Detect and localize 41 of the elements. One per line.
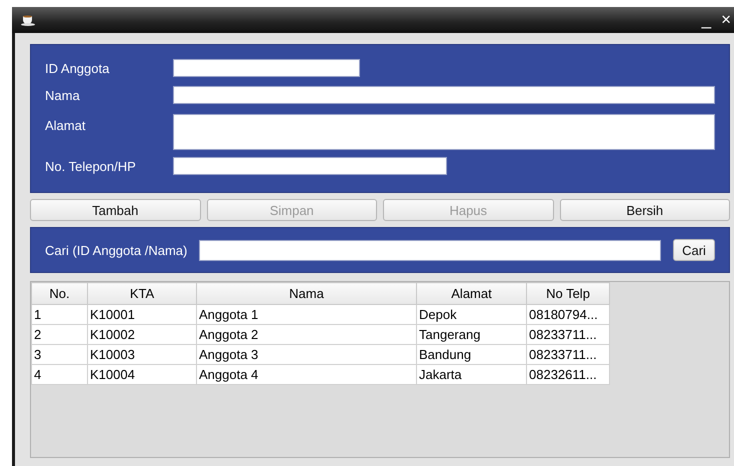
input-field[interactable] bbox=[173, 86, 715, 104]
table-cell: 08233711... bbox=[526, 324, 610, 344]
input-field[interactable] bbox=[173, 59, 360, 77]
column-header[interactable]: No Telp bbox=[526, 282, 610, 304]
column-header[interactable]: Nama bbox=[196, 282, 416, 304]
minimize-button[interactable]: _ bbox=[702, 11, 712, 29]
search-field[interactable] bbox=[199, 240, 661, 260]
field-label: Nama bbox=[45, 88, 81, 102]
table-cell: Anggota 3 bbox=[196, 344, 416, 364]
table-cell: Anggota 2 bbox=[196, 324, 416, 344]
column-header[interactable]: No. bbox=[32, 282, 88, 304]
text-area[interactable] bbox=[173, 114, 715, 150]
table-cell: Jakarta bbox=[416, 364, 526, 384]
table-cell: K10004 bbox=[88, 364, 196, 384]
table-cell: 08180794... bbox=[526, 304, 610, 324]
table-cell: Anggota 4 bbox=[196, 364, 416, 384]
table-cell: 08233711... bbox=[526, 344, 610, 364]
field-label: ID Anggota bbox=[45, 60, 110, 76]
coffee-cup-icon bbox=[20, 14, 36, 26]
column-header[interactable]: Alamat bbox=[416, 282, 526, 304]
search-label: Cari (ID Anggota /Nama) bbox=[45, 242, 188, 258]
search-button[interactable]: Cari bbox=[673, 239, 715, 261]
table-cell: Anggota 1 bbox=[196, 304, 416, 324]
table-cell: 08232611... bbox=[526, 364, 610, 384]
table-cell: Tangerang bbox=[416, 324, 526, 344]
action-button[interactable]: Tambah bbox=[30, 199, 200, 221]
table-cell: K10001 bbox=[88, 304, 196, 324]
table-cell: 4 bbox=[32, 364, 88, 384]
table-cell: Bandung bbox=[416, 344, 526, 364]
input-field[interactable] bbox=[173, 157, 447, 175]
field-label: Alamat bbox=[45, 117, 86, 133]
table-cell: Depok bbox=[416, 304, 526, 324]
action-button[interactable]: Bersih bbox=[560, 199, 730, 221]
table-cell: 3 bbox=[32, 344, 88, 364]
table-cell: K10003 bbox=[88, 344, 196, 364]
close-button[interactable]: × bbox=[721, 11, 731, 29]
table-cell: 2 bbox=[32, 324, 88, 344]
column-header[interactable]: KTA bbox=[88, 282, 196, 304]
field-label: No. Telepon/HP bbox=[45, 158, 137, 174]
table-cell: 1 bbox=[32, 304, 88, 324]
table-cell: K10002 bbox=[88, 324, 196, 344]
